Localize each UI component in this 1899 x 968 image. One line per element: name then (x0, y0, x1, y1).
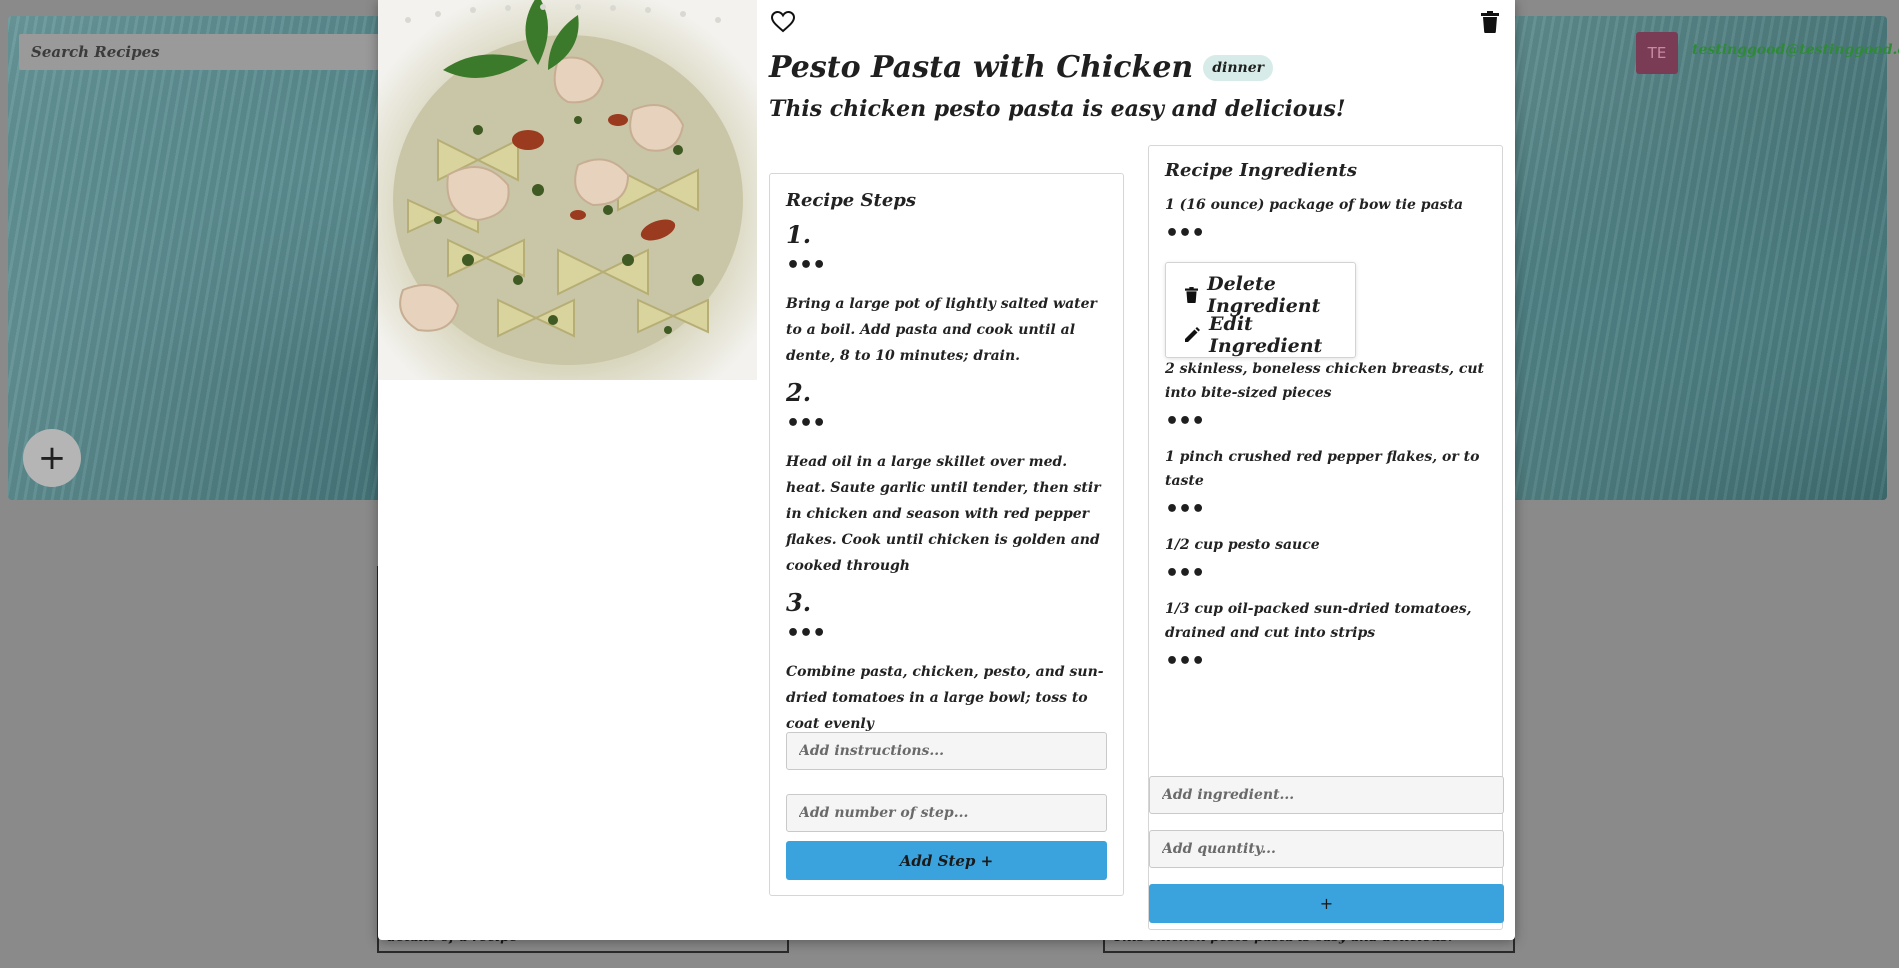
ingredient-item: 1 pinch crushed red pepper flakes, or to… (1165, 445, 1490, 521)
step-text: Combine pasta, chicken, pesto, and sun-d… (786, 664, 1104, 732)
pencil-icon (1184, 326, 1201, 344)
ingredient-text: 2 skinless, boneless chicken breasts, cu… (1165, 361, 1485, 401)
ingredient-context-menu: Delete Ingredient Edit Ingredient (1165, 262, 1356, 358)
recipe-steps-card: Recipe Steps 1. ••• Bring a large pot of… (769, 173, 1124, 896)
ingredient-menu-button[interactable]: ••• (1165, 223, 1205, 245)
add-step-button[interactable]: Add Step + (786, 841, 1107, 880)
ingredient-item: 2 skinless, boneless chicken breasts, cu… (1165, 357, 1490, 433)
recipe-title: Pesto Pasta with Chicken (769, 50, 1194, 85)
recipe-modal: Pesto Pasta with Chicken dinner This chi… (378, 0, 1515, 940)
ingredient-text: 1 (16 ounce) package of bow tie pasta (1165, 197, 1464, 213)
ingredient-menu-button[interactable]: ••• (1165, 499, 1205, 521)
ingredient-text: 1/2 cup pesto sauce (1165, 537, 1320, 553)
edit-ingredient-label: Edit Ingredient (1209, 313, 1323, 357)
step-number: 1. (786, 220, 812, 249)
user-email: testinggood@testinggood.com (1692, 42, 1899, 58)
steps-heading: Recipe Steps (786, 190, 916, 211)
ingredient-menu-button[interactable]: ••• (1165, 411, 1205, 433)
category-tag[interactable]: dinner (1203, 54, 1273, 81)
edit-ingredient-item[interactable]: Edit Ingredient (1166, 313, 1355, 357)
ingredient-menu-button[interactable]: ••• (1165, 651, 1205, 673)
add-step-number-input[interactable] (786, 794, 1107, 832)
ingredient-item: 1 (16 ounce) package of bow tie pasta ••… (1165, 193, 1490, 245)
recipe-image (378, 0, 757, 380)
step-text: Bring a large pot of lightly salted wate… (786, 296, 1097, 364)
step-number: 2. (786, 378, 812, 407)
add-ingredient-button[interactable]: + (1149, 884, 1504, 923)
ingredient-item: 1/2 cup pesto sauce ••• (1165, 533, 1490, 585)
step-number: 3. (786, 588, 812, 617)
ingredients-heading: Recipe Ingredients (1165, 160, 1357, 181)
add-quantity-input[interactable] (1149, 830, 1504, 868)
recipe-description: This chicken pesto pasta is easy and del… (769, 96, 1346, 122)
delete-ingredient-item[interactable]: Delete Ingredient (1166, 273, 1355, 317)
step-menu-button[interactable]: ••• (786, 623, 826, 645)
ingredient-text: 1 pinch crushed red pepper flakes, or to… (1165, 449, 1480, 489)
step-menu-button[interactable]: ••• (786, 413, 826, 435)
ingredient-text: 1/3 cup oil-packed sun-dried tomatoes, d… (1165, 601, 1472, 641)
delete-ingredient-label: Delete Ingredient (1207, 273, 1321, 317)
recipe-header: Pesto Pasta with Chicken dinner (769, 50, 1273, 85)
delete-recipe-trash-icon[interactable] (1476, 8, 1504, 36)
ingredient-menu-button[interactable]: ••• (1165, 563, 1205, 585)
add-instructions-input[interactable] (786, 732, 1107, 770)
trash-icon (1184, 286, 1198, 304)
favorite-heart-icon[interactable] (769, 8, 797, 36)
add-ingredient-input[interactable] (1149, 776, 1504, 814)
search-recipes-input[interactable]: Search Recipes (19, 34, 379, 70)
step-text: Head oil in a large skillet over med. he… (786, 454, 1101, 574)
step-menu-button[interactable]: ••• (786, 255, 826, 277)
add-recipe-button[interactable]: + (23, 429, 81, 487)
avatar[interactable]: TE (1636, 32, 1678, 74)
ingredient-item: 1/3 cup oil-packed sun-dried tomatoes, d… (1165, 597, 1490, 673)
pasta-photo-icon (378, 0, 757, 380)
